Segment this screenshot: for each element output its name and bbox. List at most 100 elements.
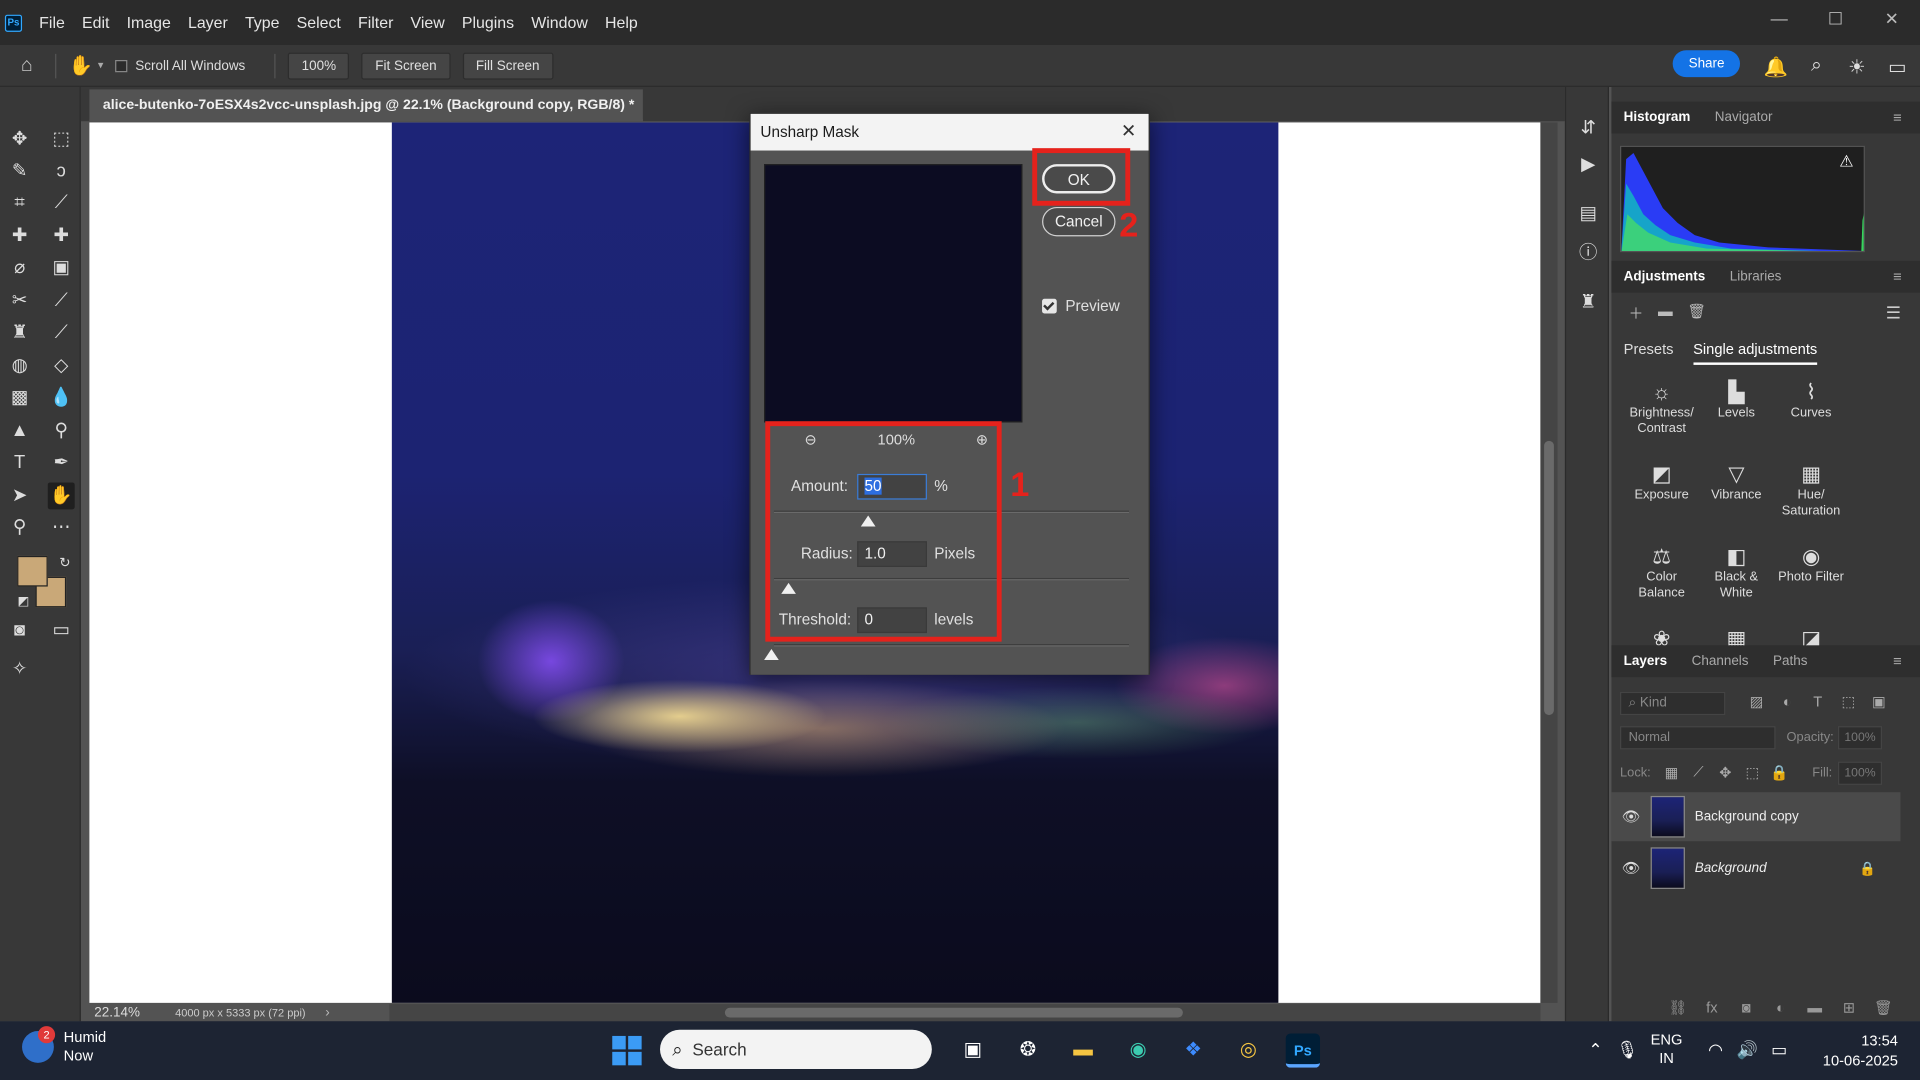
new-layer-icon[interactable]: ⊞ (1832, 999, 1866, 1016)
panel-menu-icon[interactable]: ≡ (1881, 268, 1914, 285)
zoom-100-button[interactable]: 100% (288, 52, 350, 79)
add-icon[interactable]: ＋ (1629, 302, 1644, 323)
move-tool-icon[interactable]: ✥ (6, 126, 33, 153)
tab-histogram[interactable]: Histogram (1611, 110, 1702, 125)
tab-navigator[interactable]: Navigator (1703, 110, 1785, 125)
status-zoom[interactable]: 22.14% (94, 1005, 175, 1020)
play-action-icon[interactable]: ▶ (1576, 153, 1600, 177)
lock-paint-icon[interactable]: ⟋ (1685, 763, 1712, 781)
document-tab[interactable]: alice-butenko-7oESX4s2vcc-unsplash.jpg @… (89, 89, 643, 144)
gradient-tool-icon[interactable]: ▩ (6, 384, 33, 411)
menu-edit[interactable]: Edit (82, 13, 109, 31)
windows-start-icon[interactable] (612, 1035, 642, 1066)
vertical-scrollbar[interactable] (1540, 122, 1558, 1003)
adj-exposure[interactable]: ◩ Exposure (1624, 463, 1700, 540)
home-icon[interactable]: ⌂ (21, 54, 43, 76)
patch-tool-icon[interactable]: ✚ (48, 223, 75, 250)
eye-icon[interactable]: 👁 (1611, 808, 1650, 825)
healing-tool-icon[interactable]: ✚ (6, 223, 33, 250)
filter-preview[interactable] (764, 164, 1023, 423)
smart-object-filter-icon[interactable]: ▣ (1864, 693, 1895, 710)
horizontal-scrollbar[interactable] (389, 1004, 1541, 1022)
bulb-icon[interactable]: ☀ (1837, 55, 1877, 79)
threshold-slider-track[interactable] (773, 644, 1129, 647)
microphone-icon[interactable]: 🎙 (1611, 1039, 1643, 1060)
chevron-up-icon[interactable]: ⌃ (1580, 1039, 1612, 1060)
tab-adjustments[interactable]: Adjustments (1611, 269, 1717, 284)
adj-photo-filter[interactable]: ◉ Photo Filter (1773, 545, 1849, 622)
hand-tool-icon[interactable]: ✋ (47, 482, 75, 510)
hand-tool-icon[interactable]: ✋ (69, 53, 93, 77)
trash-icon[interactable]: 🗑 (1687, 302, 1706, 323)
adjustment-layer-icon[interactable]: ◐ (1763, 999, 1797, 1016)
tab-layers[interactable]: Layers (1611, 654, 1679, 669)
panel-menu-icon[interactable]: ≡ (1881, 109, 1914, 126)
brush-tool-icon[interactable]: ⟋ (48, 288, 75, 315)
fill-screen-button[interactable]: Fill Screen (462, 52, 553, 79)
stamp-tool-icon[interactable]: ♜ (6, 320, 33, 347)
layer-kind-filter[interactable]: ⌕ Kind (1620, 691, 1726, 716)
path-select-tool-icon[interactable]: ➤ (6, 482, 33, 509)
scissors-tool-icon[interactable]: ✂ (6, 288, 33, 315)
adj-black-white[interactable]: ◧ Black & White (1700, 545, 1773, 622)
scrollbar-thumb[interactable] (1544, 440, 1554, 716)
pixel-filter-icon[interactable]: ▨ (1741, 693, 1772, 710)
panel-menu-icon[interactable]: ≡ (1881, 653, 1914, 670)
status-arrow-icon[interactable]: › (325, 1005, 329, 1020)
menu-window[interactable]: Window (531, 13, 588, 31)
wifi-icon[interactable]: ◠ (1700, 1039, 1732, 1060)
workspace-icon[interactable]: ▭ (1877, 55, 1917, 79)
info-icon[interactable]: ⓘ (1576, 239, 1600, 263)
clock[interactable]: 13:54 10-06-2025 (1815, 1031, 1898, 1070)
clone-source-icon[interactable]: ♜ (1576, 290, 1600, 314)
menu-layer[interactable]: Layer (188, 13, 228, 31)
blend-mode-select[interactable]: Normal (1620, 726, 1776, 750)
maximize-button[interactable]: ☐ (1807, 0, 1863, 37)
type-tool-icon[interactable]: T (6, 449, 33, 476)
properties-icon[interactable]: ▤ (1576, 202, 1600, 226)
scrollbar-thumb[interactable] (724, 1007, 1183, 1018)
fill-tool-icon[interactable]: ◍ (6, 353, 33, 380)
menu-image[interactable]: Image (127, 13, 171, 31)
battery-icon[interactable]: ▭ (1763, 1039, 1795, 1060)
warning-icon[interactable]: ⚠ (1839, 152, 1853, 172)
language-indicator[interactable]: ENG IN (1651, 1031, 1683, 1068)
adj-hue-saturation[interactable]: ▦ Hue/ Saturation (1773, 463, 1849, 540)
adj-curves[interactable]: ⌇ Curves (1773, 381, 1849, 458)
eye-icon[interactable]: 👁 (1611, 860, 1650, 877)
close-icon[interactable]: ✕ (1121, 114, 1136, 151)
eraser-tool-icon[interactable]: ◇ (48, 353, 75, 380)
minimize-button[interactable]: — (1751, 0, 1807, 37)
volume-icon[interactable]: 🔊 (1731, 1039, 1763, 1060)
quick-mask-icon[interactable]: ◙ (6, 617, 33, 644)
close-window-button[interactable]: ✕ (1864, 0, 1920, 37)
menu-view[interactable]: View (411, 13, 445, 31)
preview-checkbox[interactable]: Preview (1042, 298, 1120, 315)
dodge-tool-icon[interactable]: ⚲ (48, 418, 75, 445)
file-explorer-icon[interactable]: ▬ (1056, 1033, 1111, 1067)
default-colors-icon[interactable]: ◩ (10, 589, 37, 616)
menu-plugins[interactable]: Plugins (462, 13, 514, 31)
tab-channels[interactable]: Channels (1679, 654, 1760, 669)
swap-colors-icon[interactable]: ↻ (51, 550, 78, 577)
type-filter-icon[interactable]: T (1802, 693, 1833, 710)
link-icon[interactable]: ⛓ (1660, 999, 1694, 1016)
menu-select[interactable]: Select (297, 13, 341, 31)
fit-screen-button[interactable]: Fit Screen (361, 52, 451, 79)
taskbar-search[interactable]: ⌕ Search (660, 1029, 932, 1069)
tab-single-adjustments[interactable]: Single adjustments (1693, 340, 1818, 365)
dialog-title-bar[interactable]: Unsharp Mask ✕ (750, 113, 1149, 151)
bandage-tool-icon[interactable]: ⌀ (6, 255, 33, 282)
lock-artboard-icon[interactable]: ⬚ (1739, 763, 1766, 780)
menu-type[interactable]: Type (245, 13, 280, 31)
dropbox-icon[interactable]: ❖ (1166, 1033, 1221, 1067)
shape-filter-icon[interactable]: ⬚ (1833, 693, 1864, 710)
fill-input[interactable]: 100% (1837, 761, 1883, 785)
history-icon[interactable]: ⇵ (1576, 116, 1600, 140)
scroll-all-windows-checkbox[interactable] (115, 59, 128, 72)
adj-vibrance[interactable]: ▽ Vibrance (1700, 463, 1773, 540)
cancel-button[interactable]: Cancel (1042, 206, 1116, 237)
edge-icon[interactable]: ◉ (1111, 1033, 1166, 1067)
copilot-icon[interactable]: ❂ (1000, 1033, 1055, 1067)
share-button[interactable]: Share (1672, 50, 1741, 78)
